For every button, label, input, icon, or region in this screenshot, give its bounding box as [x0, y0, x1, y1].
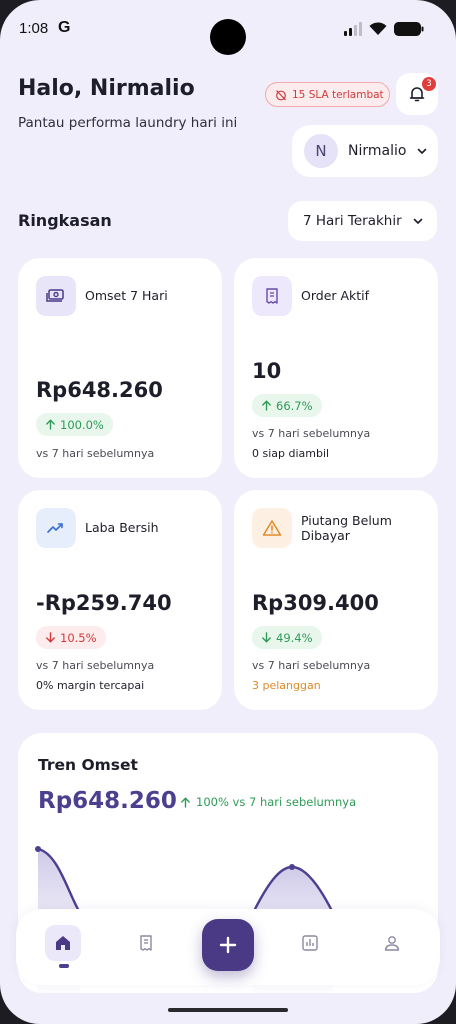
trend-value: Rp648.260 — [38, 788, 177, 814]
nav-profile[interactable] — [374, 925, 410, 961]
card-comparison: vs 7 hari sebelumnya — [36, 659, 155, 672]
wifi-icon — [369, 22, 387, 35]
card-label: Omset 7 Hari — [85, 288, 168, 303]
battery-icon — [394, 22, 424, 36]
active-orders-card[interactable]: Order Aktif 10 66.7% vs 7 hari sebelumny… — [234, 258, 438, 478]
summary-title: Ringkasan — [18, 211, 112, 230]
home-icon — [56, 936, 70, 950]
sla-late-badge[interactable]: 15 SLA terlambat — [265, 82, 390, 107]
greeting-subtitle: Pantau performa laundry hari ini — [18, 115, 238, 131]
notification-count-badge: 3 — [422, 77, 436, 91]
signal-icon — [344, 22, 362, 36]
receivables-card[interactable]: Piutang Belum Dibayar Rp309.400 49.4% vs… — [234, 490, 438, 710]
avatar: N — [304, 134, 338, 168]
card-label: Piutang Belum Dibayar — [301, 513, 392, 543]
receipt-icon — [252, 276, 292, 316]
status-time: 1:08 — [19, 20, 49, 37]
nav-reports[interactable] — [292, 925, 328, 961]
chevron-down-icon — [413, 218, 422, 224]
delta-badge: 100.0% — [36, 413, 113, 436]
chevron-down-icon — [418, 148, 427, 154]
nav-home[interactable] — [45, 925, 81, 961]
revenue-card[interactable]: Omset 7 Hari Rp648.260 100.0% vs 7 hari … — [18, 258, 222, 478]
card-comparison: vs 7 hari sebelumnya — [36, 447, 155, 460]
cash-icon — [36, 276, 76, 316]
delta-value: 49.4% — [276, 630, 313, 645]
receipt-icon — [140, 935, 152, 951]
profile-icon — [384, 936, 400, 951]
greeting-title: Halo, Nirmalio — [18, 76, 195, 101]
card-footnote: 3 pelanggan — [252, 679, 321, 692]
home-indicator[interactable] — [168, 1008, 288, 1012]
alarm-off-icon — [276, 89, 286, 100]
delta-value: 66.7% — [276, 398, 313, 413]
trend-delta: 100% vs 7 hari sebelumnya — [180, 795, 356, 809]
card-label: Laba Bersih — [85, 520, 159, 535]
card-value: Rp648.260 — [36, 378, 163, 402]
user-switcher[interactable]: N Nirmalio — [292, 125, 438, 177]
delta-badge: 66.7% — [252, 394, 322, 417]
arrow-down-icon — [46, 632, 55, 643]
arrow-up-icon — [181, 796, 190, 808]
app-screen: 1:08 G Halo, Nirmalio Pantau performa la… — [0, 0, 456, 1024]
card-value: -Rp259.740 — [36, 591, 172, 615]
nav-orders[interactable] — [128, 925, 164, 961]
camera-cutout — [210, 19, 246, 55]
delta-badge: 49.4% — [252, 626, 322, 649]
card-label: Order Aktif — [301, 288, 370, 303]
delta-value: 10.5% — [60, 630, 97, 645]
add-order-button[interactable] — [202, 919, 254, 971]
sla-late-label: 15 SLA terlambat — [292, 88, 384, 101]
arrow-down-icon — [262, 632, 271, 643]
period-select-value: 7 Hari Terakhir — [303, 213, 402, 229]
trend-point — [35, 846, 41, 852]
delta-value: 100.0% — [60, 417, 104, 432]
chart-icon — [302, 935, 318, 951]
card-value: Rp309.400 — [252, 591, 379, 615]
card-comparison: vs 7 hari sebelumnya — [252, 659, 371, 672]
trend-delta-label: 100% vs 7 hari sebelumnya — [196, 795, 357, 809]
card-comparison: vs 7 hari sebelumnya — [252, 427, 371, 440]
arrow-up-icon — [46, 419, 55, 430]
trend-title: Tren Omset — [38, 756, 138, 774]
notification-button[interactable]: 3 — [396, 73, 438, 115]
card-footnote: 0% margin tercapai — [36, 679, 145, 692]
period-select[interactable]: 7 Hari Terakhir — [288, 201, 437, 241]
bottom-navigation — [16, 909, 440, 985]
card-value: 10 — [252, 359, 282, 383]
card-footnote: 0 siap diambil — [252, 447, 330, 460]
warning-icon — [252, 508, 292, 548]
delta-badge: 10.5% — [36, 626, 106, 649]
trend-point — [289, 864, 295, 870]
user-name: Nirmalio — [348, 143, 407, 159]
status-bar: 1:08 G — [0, 0, 456, 60]
nav-active-indicator — [59, 964, 69, 968]
add-icon — [219, 936, 237, 954]
arrow-up-icon — [262, 400, 271, 411]
trending-icon — [36, 508, 76, 548]
google-icon: G — [58, 19, 71, 36]
net-profit-card[interactable]: Laba Bersih -Rp259.740 10.5% vs 7 hari s… — [18, 490, 222, 710]
